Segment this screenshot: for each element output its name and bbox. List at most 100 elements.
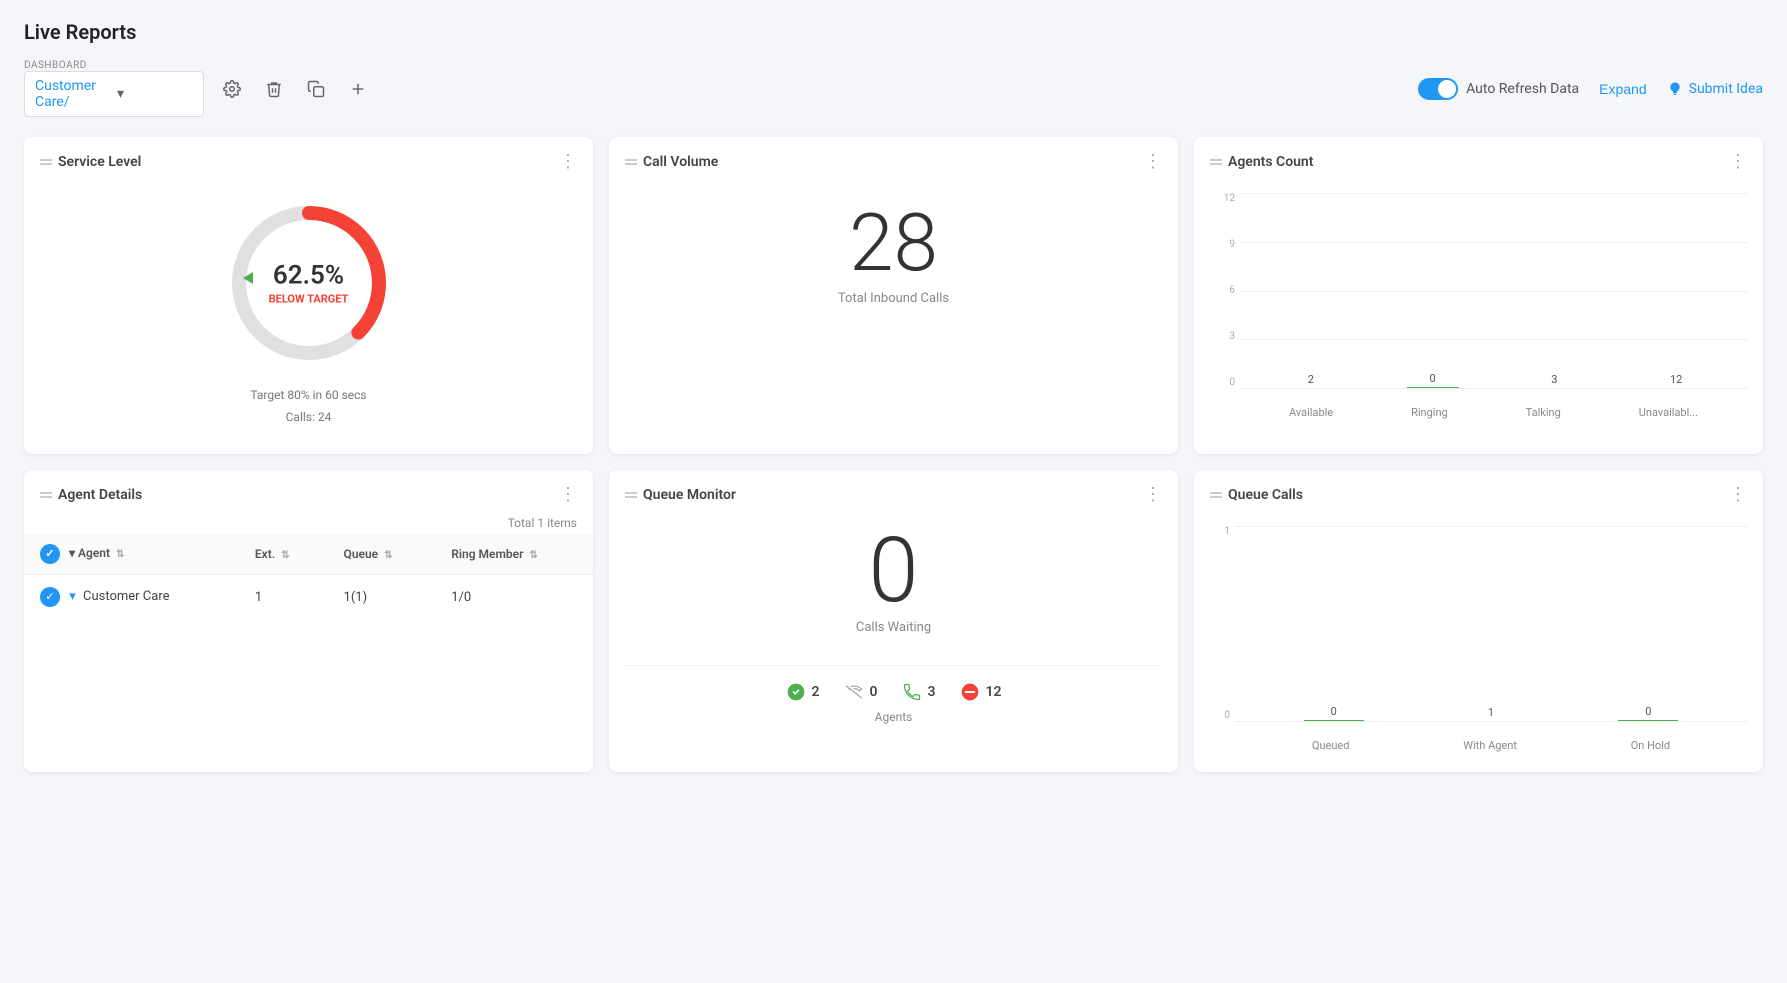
qc-bar-onhold-rect [1618,720,1678,721]
queue-stats: 2 0 3 [625,665,1162,702]
drag-handle-ac[interactable] [1210,159,1222,165]
queue-stat-missed-value: 0 [870,684,878,700]
drag-handle-qm[interactable] [625,492,637,498]
donut-status: BELOW TARGET [269,293,349,306]
bar-value-available: 2 [1308,373,1314,386]
expand-button[interactable]: Expand [1599,81,1646,97]
chevron-down-icon: ▾ [117,86,193,102]
drag-handle-ad[interactable] [40,492,52,498]
bar-value-talking: 3 [1551,373,1557,386]
call-volume-card: Call Volume ⋮ 28 Total Inbound Calls [609,137,1178,454]
queue-calls-title: Queue Calls [1210,487,1303,503]
agents-label: Agents [625,710,1162,724]
bar-available: 2 [1285,373,1337,388]
collapse-arrow[interactable]: ▾ [69,589,76,604]
queue-stat-available: 2 [786,682,820,702]
y-tick-0: 0 [1229,377,1235,388]
col-header-ring-member[interactable]: Ring Member ⇅ [435,534,593,575]
active-call-icon [902,682,922,702]
drag-handle-cv[interactable] [625,159,637,165]
donut-center: 62.5% BELOW TARGET [269,261,349,306]
auto-refresh-toggle: Auto Refresh Data [1418,78,1579,100]
top-grid: Service Level ⋮ 62.5% BEL [24,137,1763,454]
bar-talking: 3 [1528,373,1580,388]
sort-ring-icon: ⇅ [529,550,537,561]
y-tick-12: 12 [1224,193,1235,204]
queue-monitor-content: 0 Calls Waiting [625,516,1162,645]
toolbar-icons [216,73,374,105]
qc-bar-queued-rect [1304,720,1364,721]
agent-details-header: Agent Details ⋮ [24,470,593,512]
donut-chart: 62.5% BELOW TARGET [219,193,399,373]
queue-stat-available-value: 2 [812,684,820,700]
add-icon[interactable] [342,73,374,105]
queue-monitor-title: Queue Monitor [625,487,736,503]
agents-count-card: Agents Count ⋮ 12 9 6 3 0 [1194,137,1763,454]
service-info: Target 80% in 60 secs Calls: 24 [250,385,366,428]
call-volume-header: Call Volume ⋮ [625,153,1162,171]
dashboard-value: Customer Care/ [35,78,111,110]
donut-percent: 62.5% [269,261,349,291]
card-menu-agents-count[interactable]: ⋮ [1729,153,1747,171]
x-label-unavailable: Unavailabl... [1639,406,1698,419]
toolbar: DASHBOARD Customer Care/ ▾ [24,60,1763,117]
submit-idea-button[interactable]: Submit Idea [1667,81,1763,97]
agent-table: ✓ ▾ Agent ⇅ Ext. ⇅ Queue ⇅ Ring Member ⇅… [24,534,593,619]
qc-x-label-withagent: With Agent [1463,739,1517,752]
drag-handle-qc[interactable] [1210,492,1222,498]
service-level-header: Service Level ⋮ [40,153,577,171]
service-level-title: Service Level [40,154,141,170]
sort-queue-icon: ⇅ [384,550,392,561]
bar-unavailable: 12 [1650,373,1702,388]
card-menu-queue-monitor[interactable]: ⋮ [1144,486,1162,504]
service-calls: Calls: 24 [250,407,366,429]
bottom-grid: Agent Details ⋮ Total 1 items ✓ ▾ Agent … [24,470,1763,772]
agent-queue: 1(1) [328,575,436,620]
bar-value-unavailable: 12 [1670,373,1682,386]
col-header-agent[interactable]: ✓ ▾ Agent ⇅ [24,534,239,575]
dashboard-dropdown[interactable]: Customer Care/ ▾ [24,71,204,117]
queue-stat-blocked-value: 12 [986,684,1002,700]
toolbar-left: DASHBOARD Customer Care/ ▾ [24,60,374,117]
settings-icon[interactable] [216,73,248,105]
call-volume-content: 28 Total Inbound Calls [625,183,1162,326]
auto-refresh-label: Auto Refresh Data [1466,81,1579,97]
sort-agent-icon: ⇅ [116,549,124,560]
queue-monitor-card: Queue Monitor ⋮ 0 Calls Waiting 2 [609,470,1178,772]
y-tick-9: 9 [1229,239,1235,250]
row-checkbox[interactable]: ✓ [40,587,60,607]
card-menu-service-level[interactable]: ⋮ [559,153,577,171]
col-header-ext[interactable]: Ext. ⇅ [239,534,328,575]
call-volume-title: Call Volume [625,154,718,170]
card-menu-call-volume[interactable]: ⋮ [1144,153,1162,171]
queue-calls-chart: 1 0 0 1 [1210,516,1747,756]
x-label-talking: Talking [1526,406,1561,419]
col-select-all[interactable]: ✓ [40,544,60,564]
blocked-icon [960,682,980,702]
qc-bar-withagent: 1 [1461,706,1521,721]
x-label-available: Available [1289,406,1333,419]
queue-stat-active-value: 3 [928,684,936,700]
col-header-queue[interactable]: Queue ⇅ [328,534,436,575]
qc-bar-value-queued: 0 [1331,705,1337,718]
delete-icon[interactable] [258,73,290,105]
page-title: Live Reports [24,20,1763,44]
qc-bar-value-withagent: 1 [1488,706,1494,719]
qc-y-tick-1: 1 [1224,526,1230,537]
agents-count-header: Agents Count ⋮ [1210,153,1747,171]
copy-icon[interactable] [300,73,332,105]
agents-count-title: Agents Count [1210,154,1313,170]
dashboard-selector: DASHBOARD Customer Care/ ▾ [24,60,204,117]
toggle-switch[interactable] [1418,78,1458,100]
drag-handle[interactable] [40,159,52,165]
qc-bar-value-onhold: 0 [1645,705,1651,718]
queue-monitor-header: Queue Monitor ⋮ [625,486,1162,504]
call-volume-label: Total Inbound Calls [838,291,949,306]
queue-stat-missed: 0 [844,682,878,702]
check-circle-icon [786,682,806,702]
bar-ringing: 0 [1407,372,1459,388]
queue-stat-active: 3 [902,682,936,702]
card-menu-queue-calls[interactable]: ⋮ [1729,486,1747,504]
card-menu-agent-details[interactable]: ⋮ [559,486,577,504]
qc-y-tick-0: 0 [1224,710,1230,721]
